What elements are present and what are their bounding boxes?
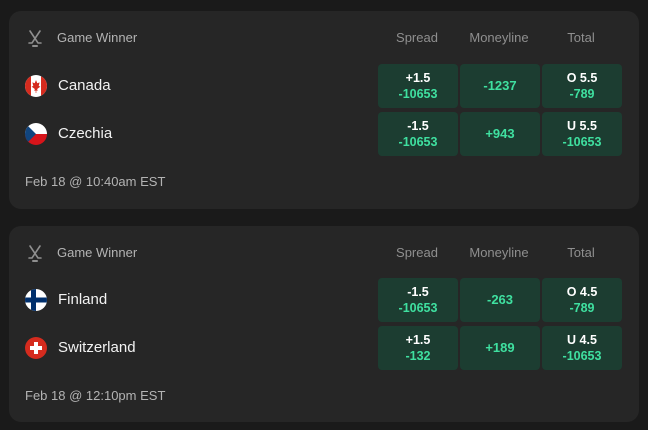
total-column-header: Total bbox=[567, 30, 595, 45]
spread-bet-button[interactable]: -1.5 -10653 bbox=[378, 278, 458, 322]
game-start-time: Feb 18 @ 12:10pm EST bbox=[25, 388, 166, 403]
spread-column-header: Spread bbox=[396, 245, 438, 260]
moneyline-bet-button[interactable]: +943 bbox=[460, 112, 540, 156]
spread-bet-button[interactable]: -1.5 -10653 bbox=[378, 112, 458, 156]
moneyline-odds: +189 bbox=[485, 340, 515, 355]
game-header: Game Winner Spread Moneyline Total bbox=[9, 226, 639, 278]
game-header: Game Winner Spread Moneyline Total bbox=[9, 11, 639, 63]
spread-column-header: Spread bbox=[396, 30, 438, 45]
finland-flag-icon bbox=[25, 289, 47, 311]
czechia-flag-icon bbox=[25, 123, 47, 145]
team-name: Finland bbox=[58, 291, 108, 308]
moneyline-column-header: Moneyline bbox=[469, 30, 529, 45]
moneyline-odds: -263 bbox=[486, 292, 514, 307]
spread-bet-button[interactable]: +1.5 -132 bbox=[378, 326, 458, 370]
spread-bet-button[interactable]: +1.5 -10653 bbox=[378, 64, 458, 108]
total-line: U 5.5 bbox=[567, 119, 597, 133]
game-card: Game Winner Spread Moneyline Total Canad… bbox=[9, 11, 639, 209]
total-odds: -789 bbox=[569, 301, 595, 315]
switzerland-flag-icon bbox=[25, 337, 47, 359]
team-row-switzerland: Switzerland bbox=[25, 326, 365, 370]
total-bet-button[interactable]: O 5.5 -789 bbox=[542, 64, 622, 108]
spread-odds: -10653 bbox=[398, 301, 438, 315]
spread-odds: -132 bbox=[405, 349, 431, 363]
spread-line: -1.5 bbox=[407, 285, 429, 299]
game-start-time: Feb 18 @ 10:40am EST bbox=[25, 174, 166, 189]
moneyline-odds: +943 bbox=[485, 126, 515, 141]
moneyline-bet-button[interactable]: -263 bbox=[460, 278, 540, 322]
hockey-sticks-icon bbox=[26, 30, 44, 48]
moneyline-bet-button[interactable]: -1237 bbox=[460, 64, 540, 108]
spread-line: +1.5 bbox=[405, 333, 431, 347]
total-line: O 5.5 bbox=[566, 71, 598, 85]
total-odds: -10653 bbox=[562, 349, 602, 363]
moneyline-bet-button[interactable]: +189 bbox=[460, 326, 540, 370]
total-line: O 4.5 bbox=[566, 285, 598, 299]
total-bet-button[interactable]: U 5.5 -10653 bbox=[542, 112, 622, 156]
team-row-czechia: Czechia bbox=[25, 112, 365, 156]
moneyline-column-header: Moneyline bbox=[469, 245, 529, 260]
team-name: Canada bbox=[58, 77, 111, 94]
team-name: Czechia bbox=[58, 125, 113, 142]
total-line: U 4.5 bbox=[567, 333, 597, 347]
spread-odds: -10653 bbox=[398, 135, 438, 149]
total-odds: -789 bbox=[569, 87, 595, 101]
total-column-header: Total bbox=[567, 245, 595, 260]
total-bet-button[interactable]: O 4.5 -789 bbox=[542, 278, 622, 322]
market-title: Game Winner bbox=[57, 245, 138, 260]
game-card: Game Winner Spread Moneyline Total Finla… bbox=[9, 226, 639, 422]
canada-flag-icon bbox=[25, 75, 47, 97]
spread-line: -1.5 bbox=[407, 119, 429, 133]
team-name: Switzerland bbox=[58, 339, 136, 356]
total-bet-button[interactable]: U 4.5 -10653 bbox=[542, 326, 622, 370]
market-title: Game Winner bbox=[57, 30, 138, 45]
total-odds: -10653 bbox=[562, 135, 602, 149]
hockey-sticks-icon bbox=[26, 245, 44, 263]
team-row-finland: Finland bbox=[25, 278, 365, 322]
spread-line: +1.5 bbox=[405, 71, 431, 85]
spread-odds: -10653 bbox=[398, 87, 438, 101]
team-row-canada: Canada bbox=[25, 64, 365, 108]
moneyline-odds: -1237 bbox=[483, 78, 517, 93]
